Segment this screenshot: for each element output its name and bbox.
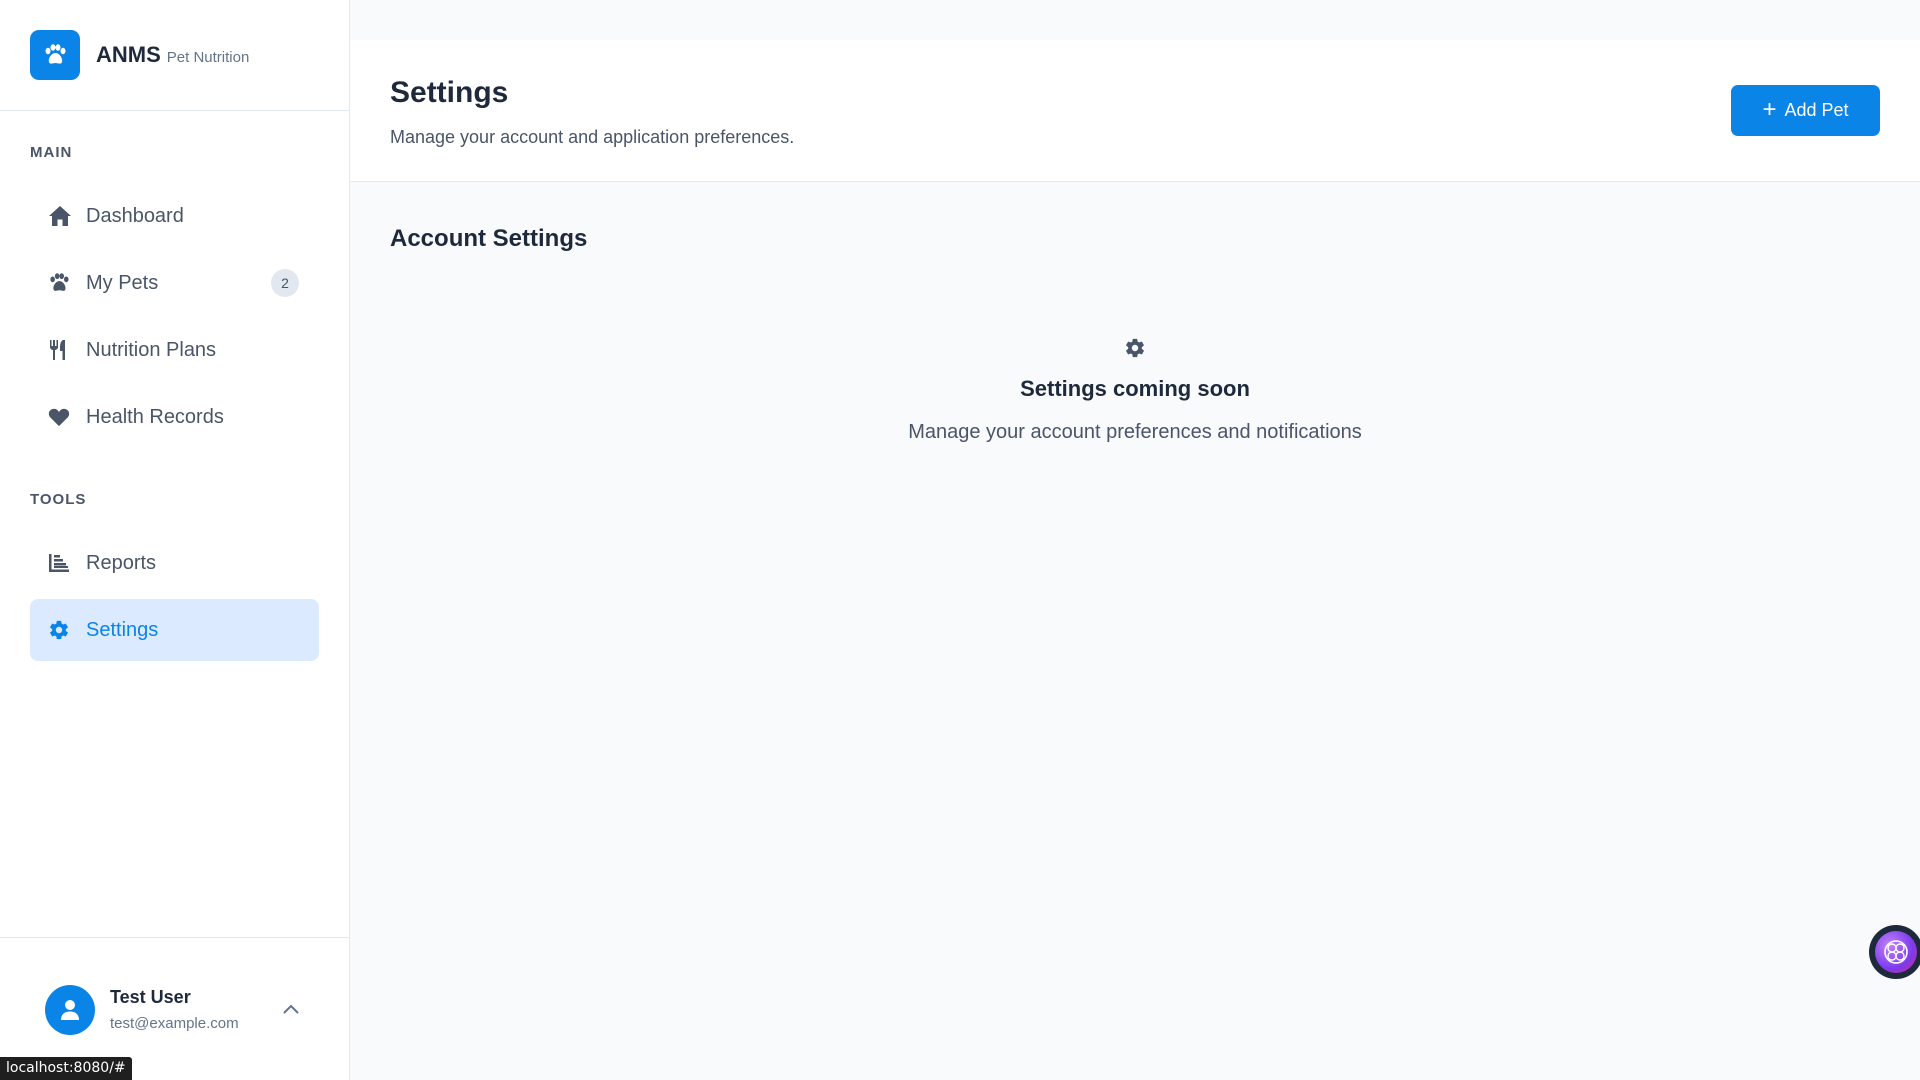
count-badge: 2 [271, 269, 299, 297]
chart-icon [48, 553, 76, 573]
sidebar-item-label: Reports [86, 551, 157, 574]
sidebar-item-label: Dashboard [86, 204, 184, 227]
paw-icon [48, 273, 76, 293]
page-title: Settings [390, 76, 509, 109]
user-name: Test User [110, 987, 191, 1007]
sidebar-item-health-records[interactable]: Health Records [30, 386, 319, 448]
add-pet-button[interactable]: + Add Pet [1731, 85, 1880, 136]
sidebar-item-settings[interactable]: Settings [30, 599, 319, 661]
user-email: test@example.com [110, 1015, 239, 1032]
plus-icon: + [1762, 95, 1777, 123]
empty-state-text: Manage your account preferences and noti… [908, 421, 1362, 443]
section-title-main: MAIN [30, 144, 73, 161]
sidebar-item-label: Health Records [86, 405, 224, 428]
home-icon [48, 205, 76, 227]
sidebar-item-dashboard[interactable]: Dashboard [30, 185, 319, 247]
sidebar: ANMS Pet Nutrition MAIN Dashboard My Pet… [0, 0, 350, 1080]
brain-icon [1875, 931, 1917, 973]
brand-subtitle: Pet Nutrition [166, 48, 250, 66]
gear-icon [1124, 337, 1146, 364]
page-header: Settings Manage your account and applica… [350, 40, 1920, 182]
app-root: ANMS Pet Nutrition MAIN Dashboard My Pet… [0, 0, 1920, 1080]
add-pet-button-label: Add Pet [1784, 100, 1849, 120]
sidebar-item-label: Settings [86, 618, 159, 641]
section-heading: Account Settings [390, 225, 588, 252]
user-icon[interactable] [45, 985, 95, 1035]
main-content: Settings Manage your account and applica… [350, 0, 1920, 1080]
sidebar-item-label: Nutrition Plans [86, 338, 217, 361]
sidebar-item-my-pets[interactable]: My Pets 2 [30, 252, 319, 314]
empty-state-title: Settings coming soon [1020, 376, 1250, 401]
page-subtitle: Manage your account and application pref… [390, 127, 795, 147]
sidebar-item-label: My Pets [86, 271, 159, 294]
brand[interactable]: ANMS Pet Nutrition [0, 0, 349, 111]
sidebar-item-nutrition-plans[interactable]: Nutrition Plans [30, 319, 319, 381]
empty-state: Settings coming soon Manage your account… [350, 337, 1920, 444]
assistant-button[interactable] [1869, 925, 1920, 979]
section-title-tools: TOOLS [30, 491, 87, 508]
brand-name: ANMS [96, 42, 161, 67]
utensils-icon [48, 339, 76, 361]
gear-icon [48, 619, 76, 641]
chevron-up-icon[interactable] [280, 998, 302, 1020]
sidebar-item-reports[interactable]: Reports [30, 532, 319, 594]
heart-icon [48, 407, 76, 427]
paw-icon [30, 30, 80, 80]
status-bar-url: localhost:8080/# [0, 1057, 132, 1080]
